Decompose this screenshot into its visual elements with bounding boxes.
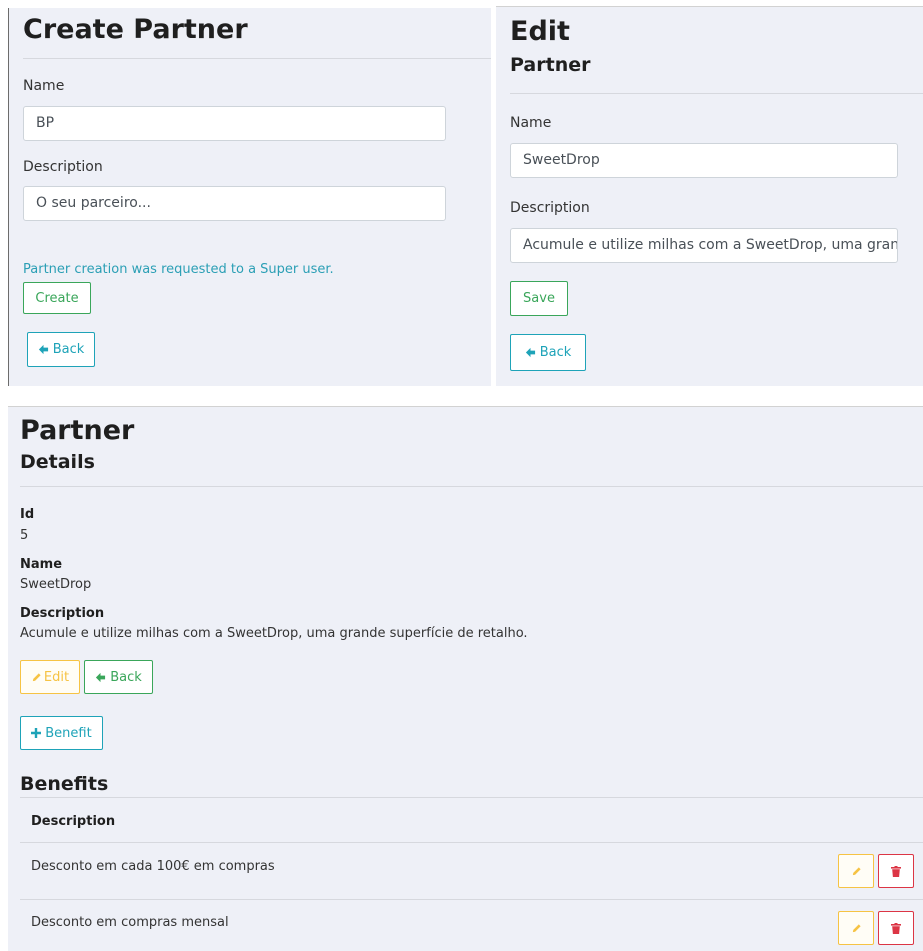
description-value: Acumule e utilize milhas com a SweetDrop… [20,626,528,641]
edit-partner-panel: Edit Partner Name SweetDrop Description … [496,6,923,386]
create-button[interactable]: Create [23,282,91,314]
name-field[interactable]: SweetDrop [510,143,898,178]
divider [23,58,491,59]
edit-benefit-button[interactable] [838,854,874,888]
pencil-icon [851,866,862,877]
back-button-label: Back [539,345,572,360]
divider [20,797,923,798]
name-label: Name [20,557,63,572]
page-title: Edit [510,16,570,47]
back-button-label: Back [110,669,142,685]
add-benefit-button-label: Benefit [45,725,92,741]
back-button[interactable]: Back [27,332,95,367]
arrow-left-icon [95,672,106,683]
arrow-left-icon [525,347,536,358]
create-partner-panel: Create Partner Name BP Description O seu… [8,8,491,386]
id-value: 5 [20,528,29,543]
description-field[interactable]: O seu parceiro... [23,186,446,221]
description-field[interactable]: Acumule e utilize milhas com a SweetDrop… [510,228,898,263]
benefit-description: Desconto em cada 100€ em compras [31,859,275,874]
trash-icon [891,865,901,877]
arrow-left-icon [38,344,49,355]
benefits-heading: Benefits [20,773,109,795]
back-button[interactable]: Back [510,334,586,371]
table-divider [20,842,923,843]
description-label: Description [20,606,105,621]
back-button-label: Back [52,342,85,357]
divider [510,93,923,94]
page-subtitle: Details [20,451,95,473]
name-label: Name [510,115,552,131]
column-header-description: Description [31,814,116,829]
pencil-icon [31,672,42,683]
description-label: Description [23,159,103,175]
page-title: Partner [20,415,135,446]
id-label: Id [20,507,35,522]
edit-button-label: Edit [43,669,70,685]
save-button-label: Save [523,291,555,306]
page-subtitle: Partner [510,54,591,76]
add-benefit-button[interactable]: Benefit [20,716,103,750]
delete-benefit-button[interactable] [878,911,914,945]
plus-icon [31,728,42,738]
benefit-description: Desconto em compras mensal [31,915,229,930]
pencil-icon [851,923,862,934]
status-notice: Partner creation was requested to a Supe… [23,262,334,277]
delete-benefit-button[interactable] [878,854,914,888]
create-button-label: Create [35,290,79,306]
partner-details-panel: Partner Details Id 5 Name SweetDrop Desc… [8,406,923,951]
back-button[interactable]: Back [84,660,153,694]
edit-button[interactable]: Edit [20,660,80,694]
edit-benefit-button[interactable] [838,911,874,945]
page-title: Create Partner [23,14,248,45]
name-label: Name [23,78,65,94]
description-label: Description [510,200,590,216]
table-divider [20,899,923,900]
divider [20,486,923,487]
trash-icon [891,922,901,934]
name-value: SweetDrop [20,577,92,592]
save-button[interactable]: Save [510,281,568,316]
name-field[interactable]: BP [23,106,446,141]
